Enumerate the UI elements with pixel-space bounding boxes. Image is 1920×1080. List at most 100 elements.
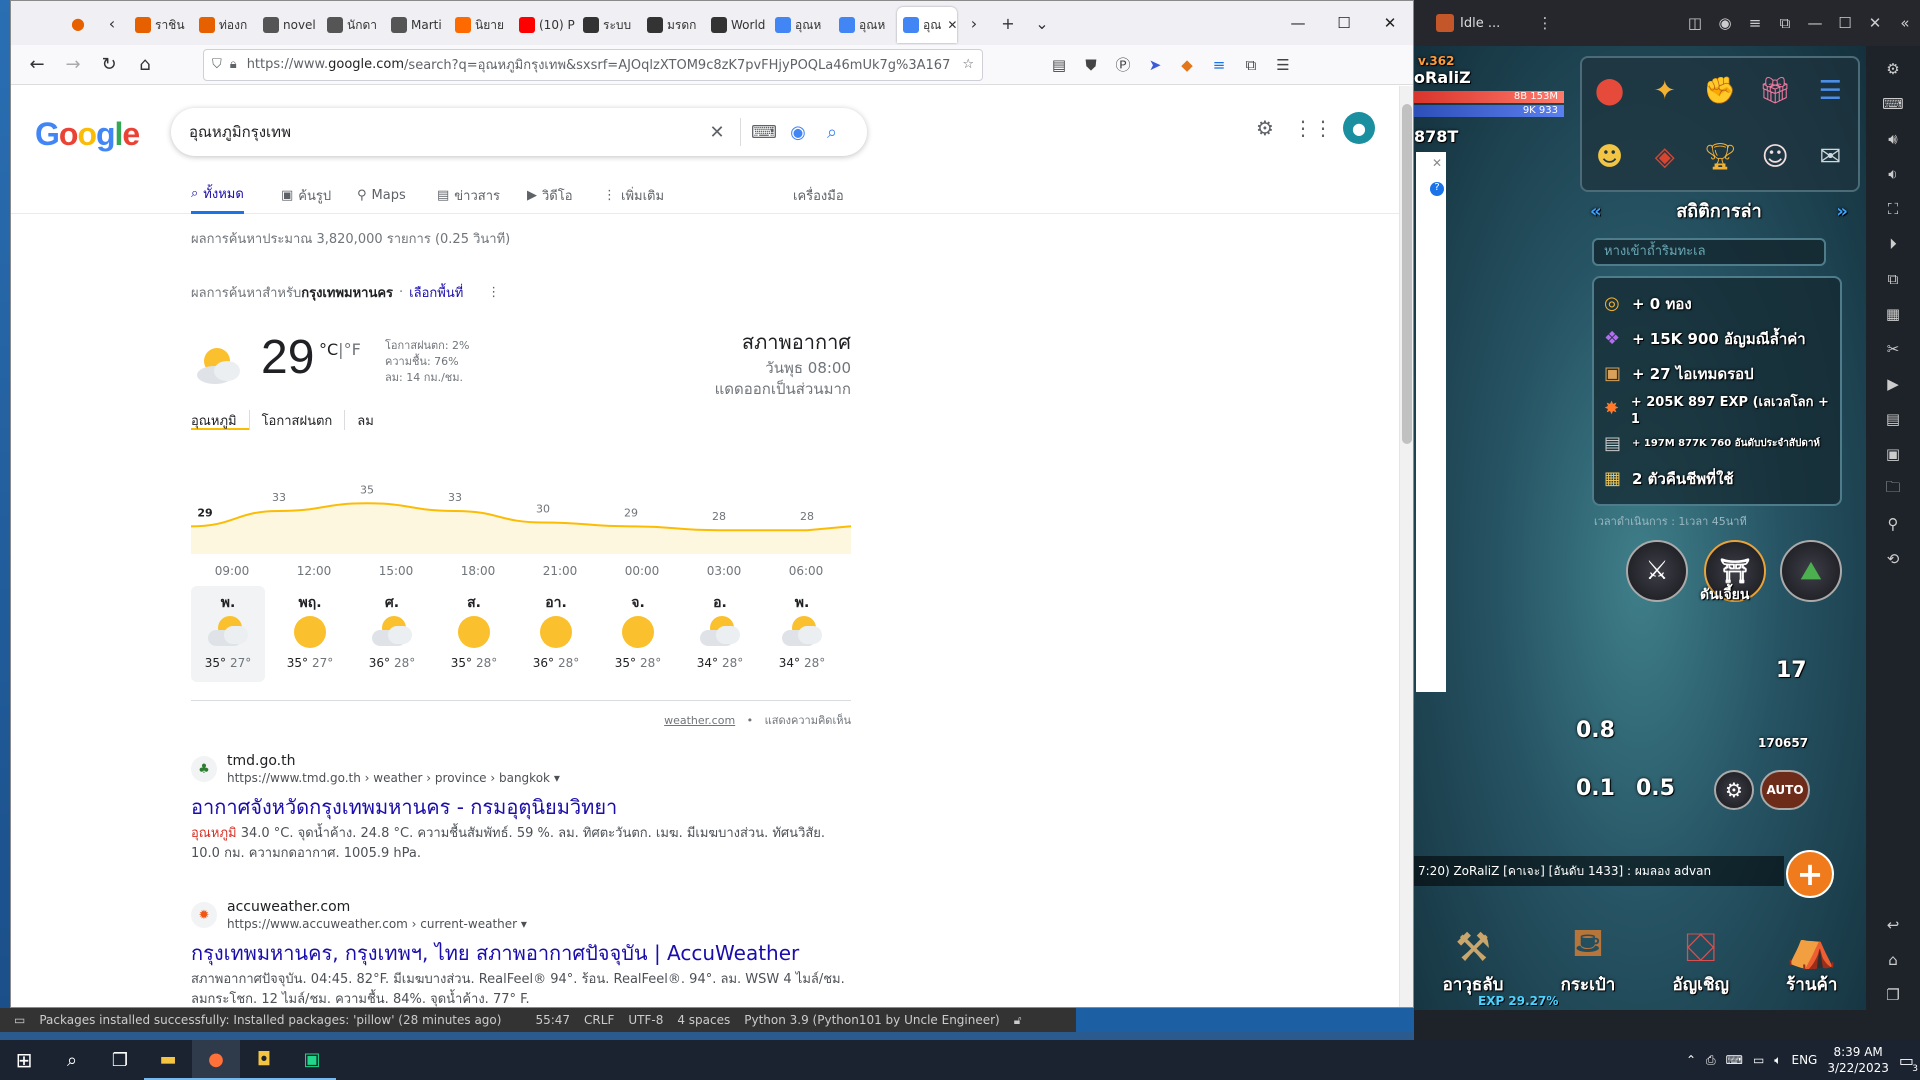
tab-more[interactable]: ⋮ เพิ่มเติม: [603, 176, 664, 214]
tab-scroll-right-icon[interactable]: ›: [957, 6, 991, 40]
browser-tab[interactable]: World: [705, 7, 769, 43]
android-home-icon[interactable]: ⌂: [1878, 945, 1908, 975]
subtab-wind[interactable]: ลม: [344, 410, 386, 430]
result-title-link[interactable]: อากาศจังหวัดกรุงเทพมหานคร - กรมอุตุนิยมว…: [191, 794, 851, 820]
tab-videos[interactable]: ▶ วิดีโอ: [527, 176, 573, 214]
tab-news[interactable]: ▤ ข่าวสาร: [437, 176, 500, 214]
emu-maximize-icon[interactable]: ☐: [1830, 8, 1860, 38]
browser-tab[interactable]: อุณห: [769, 7, 833, 43]
browser-tab[interactable]: นักดา: [321, 7, 385, 43]
trophy-icon[interactable]: 🏆︎: [1703, 142, 1736, 172]
fullscreen-icon[interactable]: ⛶: [1878, 194, 1908, 224]
location-icon[interactable]: ⚲: [1878, 509, 1908, 539]
forecast-day[interactable]: ศ. 36° 28°: [355, 586, 429, 682]
input-language[interactable]: ENG: [1791, 1053, 1817, 1067]
prev-icon[interactable]: «: [1590, 194, 1602, 230]
friends-icon[interactable]: ☻: [1596, 142, 1623, 172]
search-query[interactable]: อุณหภูมิกรุงเทพ: [189, 120, 700, 144]
network-icon[interactable]: ▭: [1753, 1053, 1764, 1067]
extensions-puzzle-icon[interactable]: ⧉: [1235, 50, 1267, 80]
file-encoding[interactable]: UTF-8: [628, 1013, 663, 1027]
game-screen[interactable]: v.362 oRaliZ 8B 153M 9K 933 878T ⬤ ✦ ✊ 🎁…: [1414, 46, 1866, 1010]
fahrenheit-unit[interactable]: °F: [344, 340, 361, 359]
account-icon[interactable]: ◉: [1710, 8, 1740, 38]
collapse-sidebar-icon[interactable]: «: [1890, 8, 1920, 38]
nav-secret-weapon[interactable]: ⚒ อาวุธลับ: [1443, 925, 1504, 998]
volume-up-icon[interactable]: 🔊︎: [1878, 124, 1908, 154]
pycharm-icon[interactable]: ▣: [288, 1040, 336, 1080]
google-logo[interactable]: Google: [35, 116, 140, 153]
windows-start-icon[interactable]: ⊞: [0, 1040, 48, 1080]
account-avatar[interactable]: ●: [1343, 112, 1375, 144]
celsius-unit[interactable]: °C: [319, 340, 338, 359]
volume-down-icon[interactable]: 🔉︎: [1878, 159, 1908, 189]
location-select[interactable]: หางเข้าถ้ำริมทะเล: [1592, 238, 1826, 266]
record-icon[interactable]: ⏵: [1878, 229, 1908, 259]
swords-button[interactable]: ⚔: [1626, 540, 1688, 602]
profile-p-icon[interactable]: Ⓟ: [1107, 50, 1139, 80]
lock-icon[interactable]: 🔒︎: [230, 57, 237, 72]
forward-icon[interactable]: →: [55, 50, 91, 80]
reload-icon[interactable]: ↻: [91, 50, 127, 80]
status-message[interactable]: Packages installed successfully: Install…: [39, 1013, 501, 1027]
browser-tab[interactable]: Marti: [385, 7, 449, 43]
metamask-icon[interactable]: ◆: [1171, 50, 1203, 80]
nav-bag[interactable]: ⛾ กระเป๋า: [1561, 920, 1616, 998]
bookmark-star-icon[interactable]: ☆: [962, 57, 974, 72]
result-menu-icon[interactable]: ▾: [554, 771, 560, 785]
browser-tab[interactable]: อุณ ✕: [897, 7, 957, 43]
reader-view-icon[interactable]: ▤: [1043, 50, 1075, 80]
folder-icon[interactable]: 🗀︎: [1878, 474, 1908, 504]
cursor-position[interactable]: 55:47: [535, 1013, 570, 1027]
unit-toggle[interactable]: °C|°F: [319, 340, 361, 359]
tools-button[interactable]: เครื่องมือ: [793, 176, 844, 214]
browser-tab[interactable]: อุณห: [833, 7, 897, 43]
chat-line[interactable]: 7:20) ZoRaliZ [คาเจะ] [อันดับ 1433] : ผม…: [1414, 856, 1784, 886]
game-menu-icon[interactable]: ✦: [1654, 76, 1676, 106]
add-button[interactable]: +: [1786, 850, 1834, 898]
cat-icon[interactable]: ☺: [1762, 142, 1789, 172]
new-tab-icon[interactable]: +: [991, 6, 1025, 40]
tray-app-icon[interactable]: ⎙: [1706, 1053, 1716, 1068]
forecast-day[interactable]: พ. 35° 27°: [191, 586, 265, 682]
keyboard-mapping-icon[interactable]: ⌨: [1878, 89, 1908, 119]
result-title-link[interactable]: กรุงเทพมหานคร, กรุงเทพฯ, ไทย สภาพอากาศปั…: [191, 940, 851, 966]
multi-instance-icon[interactable]: ▣: [1878, 439, 1908, 469]
feedback-link[interactable]: แสดงความคิดเห็น: [765, 714, 851, 727]
nav-shop[interactable]: ⛺ ร้านค้า: [1786, 924, 1837, 998]
map-button[interactable]: ⛰: [1780, 540, 1842, 602]
browser-tab[interactable]: นิยาย: [449, 7, 513, 43]
list-menu-icon[interactable]: ☰: [1819, 76, 1842, 106]
app-menu-icon[interactable]: ☰: [1267, 50, 1299, 80]
scroll-icon[interactable]: ✉: [1820, 142, 1842, 172]
forecast-day[interactable]: อ. 34° 28°: [683, 586, 757, 682]
ldplayer-icon[interactable]: ◘: [240, 1040, 288, 1080]
macro-icon[interactable]: ▤: [1878, 404, 1908, 434]
gamepad-icon[interactable]: ◫: [1680, 8, 1710, 38]
rotate-icon[interactable]: ⟲: [1878, 544, 1908, 574]
game-menu-icon[interactable]: ⬤: [1595, 76, 1624, 106]
notification-icon[interactable]: ▭ 3: [1899, 1051, 1918, 1074]
subtab-temperature[interactable]: อุณหภูมิ: [191, 410, 249, 430]
tab-all[interactable]: ⌕ ทั้งหมด: [191, 176, 244, 214]
tab-images[interactable]: ▣ ค้นรูป: [281, 176, 331, 214]
tab-maps[interactable]: ⚲ Maps: [357, 176, 406, 214]
emu-close-icon[interactable]: ✕: [1860, 8, 1890, 38]
clear-search-icon[interactable]: ✕: [700, 115, 734, 149]
url-bar[interactable]: ⛉ 🔒︎ https://www. google.com/search?q=อุณ…: [203, 48, 983, 81]
browser-tab[interactable]: ราชิน: [129, 7, 193, 43]
close-tab-icon[interactable]: ✕: [947, 18, 957, 32]
lens-camera-icon[interactable]: ◉: [781, 115, 815, 149]
clock[interactable]: 8:39 AM 3/22/2023: [1827, 1044, 1889, 1076]
line-ending[interactable]: CRLF: [584, 1013, 614, 1027]
search-box[interactable]: อุณหภูมิกรุงเทพ ✕ ⌨ ◉ ⌕: [171, 108, 867, 156]
unlock-icon[interactable]: 🔓︎: [1014, 1013, 1022, 1028]
screenshot-icon[interactable]: ⧉: [1878, 264, 1908, 294]
tab-scroll-left-icon[interactable]: ‹: [95, 6, 129, 40]
apps-grid-icon[interactable]: ⋮⋮: [1293, 110, 1333, 146]
result-site[interactable]: ♣ tmd.go.th https://www.tmd.go.th › weat…: [191, 752, 851, 786]
emu-settings-icon[interactable]: ⚙: [1878, 54, 1908, 84]
video-icon[interactable]: ▶: [1878, 369, 1908, 399]
next-icon[interactable]: »: [1836, 194, 1848, 230]
extension-bars-icon[interactable]: ≡: [1203, 50, 1235, 80]
